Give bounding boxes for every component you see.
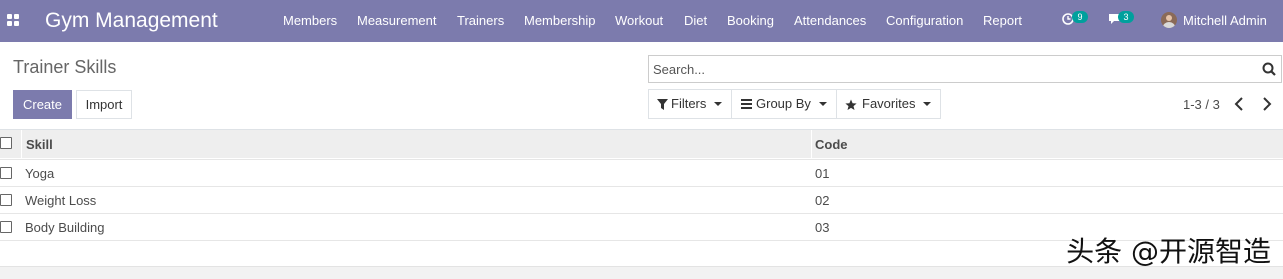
pager-previous-icon[interactable] (1232, 96, 1246, 112)
skill-cell: Yoga (25, 166, 55, 181)
app-title[interactable]: Gym Management (45, 8, 218, 34)
column-separator (21, 130, 22, 158)
groupby-label: Group By (756, 96, 811, 111)
caret-down-icon (714, 102, 722, 106)
menu-item-measurement[interactable]: Measurement (357, 12, 436, 29)
import-button[interactable]: Import (76, 90, 132, 119)
caret-down-icon (923, 102, 931, 106)
top-navbar: Gym Management Members Measurement Train… (0, 0, 1283, 42)
user-name: Mitchell Admin (1183, 13, 1267, 28)
row-checkbox[interactable] (0, 194, 12, 206)
menu-item-configuration[interactable]: Configuration (886, 12, 963, 29)
column-header-code[interactable]: Code (815, 137, 848, 153)
menu-item-members[interactable]: Members (283, 12, 337, 29)
pager-next-icon[interactable] (1260, 96, 1274, 112)
star-icon (845, 99, 857, 110)
apps-grid-icon[interactable] (7, 14, 20, 27)
table-row[interactable]: Yoga 01 (0, 159, 1283, 186)
skill-cell: Body Building (25, 220, 105, 235)
favorites-label: Favorites (862, 96, 916, 111)
search-icon[interactable] (1262, 62, 1276, 76)
pager-value[interactable]: 1-3 / 3 (1183, 96, 1220, 113)
list-bars-icon (741, 99, 752, 109)
row-checkbox[interactable] (0, 221, 12, 233)
watermark-text: 头条 @开源智造 (1066, 235, 1271, 268)
code-cell: 02 (815, 193, 830, 208)
filters-dropdown[interactable]: Filters (648, 89, 732, 119)
filters-label: Filters (671, 96, 707, 111)
groupby-dropdown[interactable]: Group By (731, 89, 837, 119)
create-button[interactable]: Create (13, 90, 72, 119)
menu-item-trainers[interactable]: Trainers (457, 12, 504, 29)
search-bar (648, 55, 1282, 83)
menu-item-membership[interactable]: Membership (524, 12, 596, 29)
menu-item-workout[interactable]: Workout (615, 12, 663, 29)
skill-cell: Weight Loss (25, 193, 97, 208)
user-avatar (1161, 12, 1177, 28)
menu-item-booking[interactable]: Booking (727, 12, 774, 29)
favorites-dropdown[interactable]: Favorites (836, 89, 941, 119)
filter-icon (657, 99, 668, 110)
activity-menu-button[interactable]: 9 (1062, 9, 1096, 33)
activity-count-badge: 9 (1072, 11, 1088, 23)
messaging-menu-button[interactable]: 3 (1108, 9, 1142, 33)
menu-item-report[interactable]: Report (983, 12, 1022, 29)
column-header-skill[interactable]: Skill (26, 137, 53, 153)
search-input[interactable] (653, 60, 1253, 78)
breadcrumb-title: Trainer Skills (13, 57, 117, 77)
code-cell: 03 (815, 220, 830, 235)
messages-count-badge: 3 (1118, 11, 1134, 23)
list-header: Skill Code (0, 130, 1283, 158)
menu-item-diet[interactable]: Diet (684, 12, 707, 29)
column-separator (811, 130, 812, 158)
row-checkbox[interactable] (0, 167, 12, 179)
caret-down-icon (819, 102, 827, 106)
code-cell: 01 (815, 166, 830, 181)
menu-item-attendances[interactable]: Attendances (794, 12, 866, 29)
table-row[interactable]: Weight Loss 02 (0, 186, 1283, 213)
select-all-checkbox[interactable] (0, 137, 12, 149)
